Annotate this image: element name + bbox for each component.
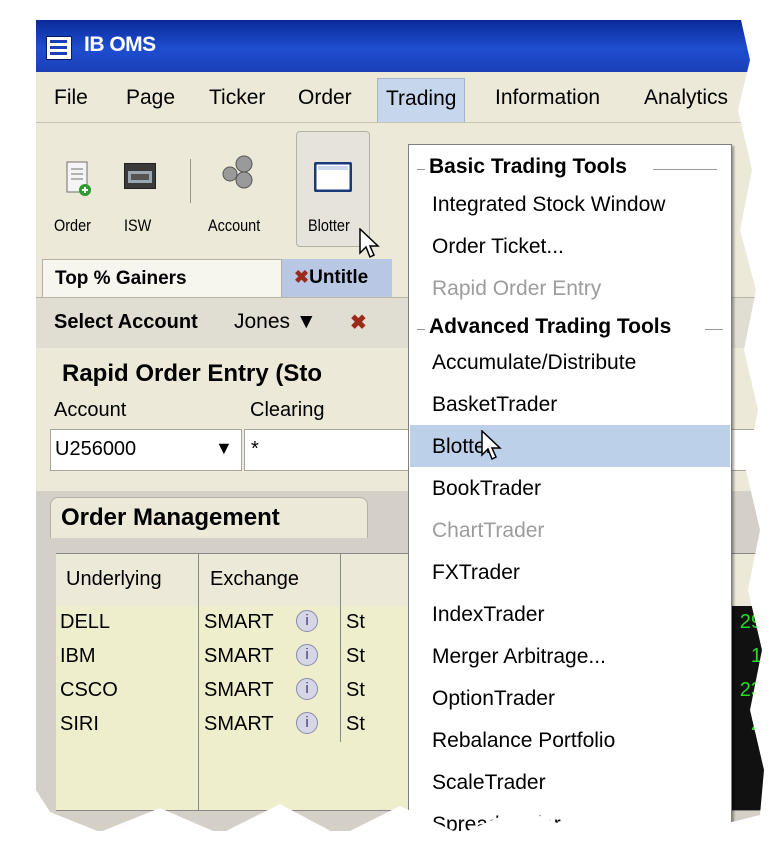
torn-edge-frame	[0, 0, 777, 851]
